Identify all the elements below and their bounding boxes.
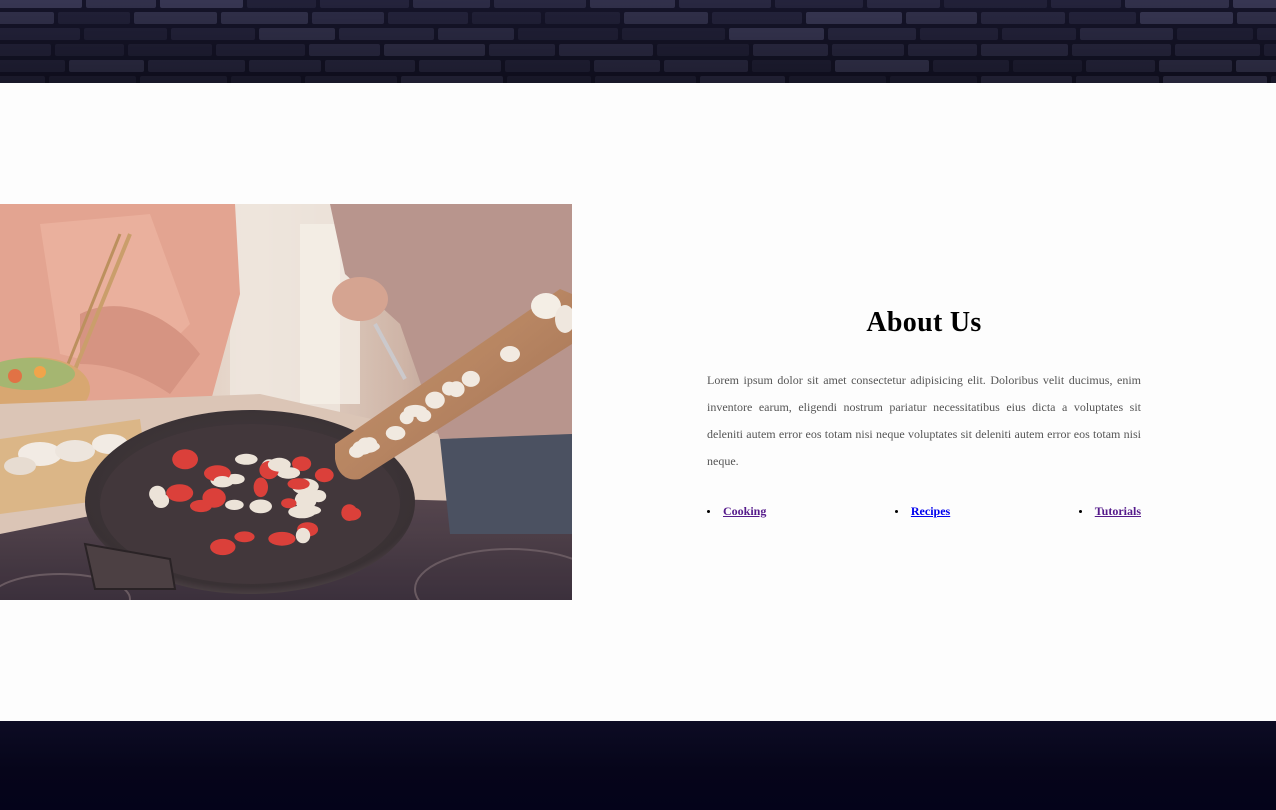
about-link-item-tutorials: Tutorials xyxy=(1078,503,1141,519)
recipes-link[interactable]: Recipes xyxy=(911,504,950,518)
about-title: About Us xyxy=(866,307,982,338)
cooking-photo xyxy=(0,204,572,600)
brick-wall-image xyxy=(0,0,1276,83)
header-banner xyxy=(0,0,1276,83)
about-link-item-recipes: Recipes xyxy=(894,503,950,519)
cooking-link[interactable]: Cooking xyxy=(723,504,766,518)
footer-band xyxy=(0,721,1276,810)
about-link-item-cooking: Cooking xyxy=(707,503,766,519)
about-content: About Us Lorem ipsum dolor sit amet cons… xyxy=(707,305,1141,519)
cooking-photo-frame xyxy=(0,204,572,600)
about-section: About Us Lorem ipsum dolor sit amet cons… xyxy=(0,83,1276,721)
about-links-list: Cooking Recipes Tutorials xyxy=(707,503,1141,519)
tutorials-link[interactable]: Tutorials xyxy=(1095,504,1141,518)
about-description: Lorem ipsum dolor sit amet consectetur a… xyxy=(707,373,1141,468)
